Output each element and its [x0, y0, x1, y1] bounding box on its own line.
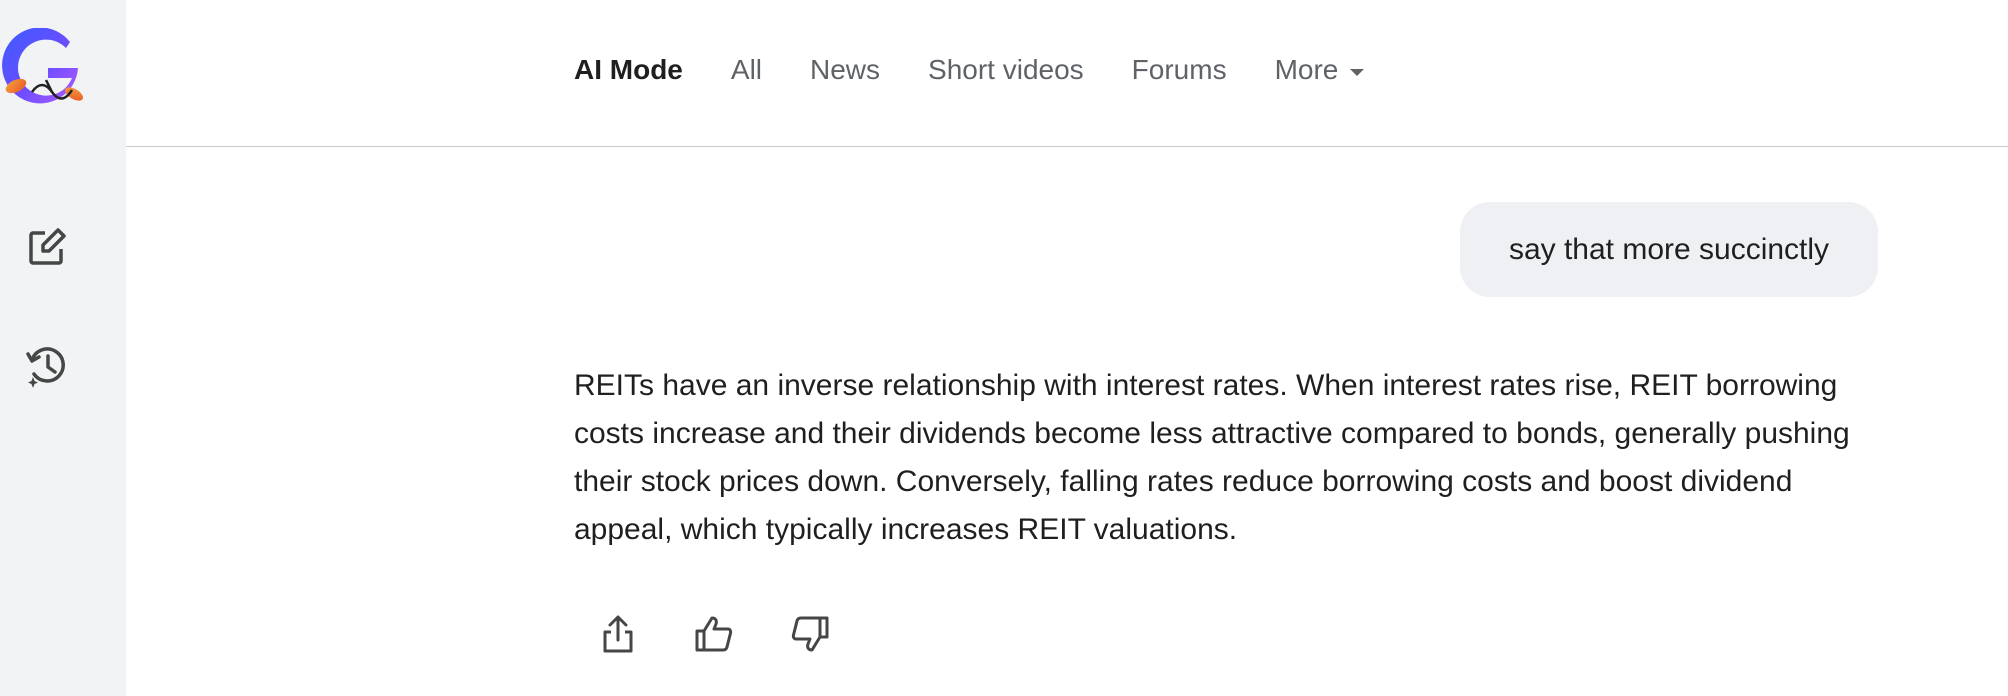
tab-all[interactable]: All	[731, 50, 762, 90]
ai-response-text: REITs have an inverse relationship with …	[574, 369, 1850, 546]
tab-short-videos[interactable]: Short videos	[928, 50, 1084, 90]
new-chat-button[interactable]	[22, 224, 72, 274]
tab-news[interactable]: News	[810, 50, 880, 90]
new-chat-icon	[25, 225, 69, 274]
tab-more[interactable]: More	[1275, 50, 1365, 90]
tab-ai-mode[interactable]: AI Mode	[574, 50, 683, 90]
share-icon	[601, 614, 635, 654]
thumbs-down-icon	[790, 615, 830, 653]
tab-forums[interactable]: Forums	[1132, 50, 1227, 90]
caret-down-icon	[1350, 68, 1365, 76]
user-message-bubble: say that more succinctly	[1460, 202, 1878, 297]
top-nav: AI Mode All News Short videos Forums Mor…	[126, 0, 2008, 147]
google-ai-mode-logo-icon[interactable]	[2, 27, 88, 110]
thumbs-up-icon	[694, 615, 734, 653]
history-icon	[24, 344, 70, 395]
search-tabs: AI Mode All News Short videos Forums Mor…	[574, 50, 1412, 90]
response-actions	[596, 612, 884, 656]
history-button[interactable]	[22, 344, 72, 394]
thumbs-down-button[interactable]	[788, 612, 832, 656]
sidebar	[0, 0, 126, 696]
thumbs-up-button[interactable]	[692, 612, 736, 656]
user-message-text: say that more succinctly	[1508, 232, 1830, 266]
tab-more-label: More	[1274, 54, 1339, 85]
share-button[interactable]	[596, 612, 640, 656]
